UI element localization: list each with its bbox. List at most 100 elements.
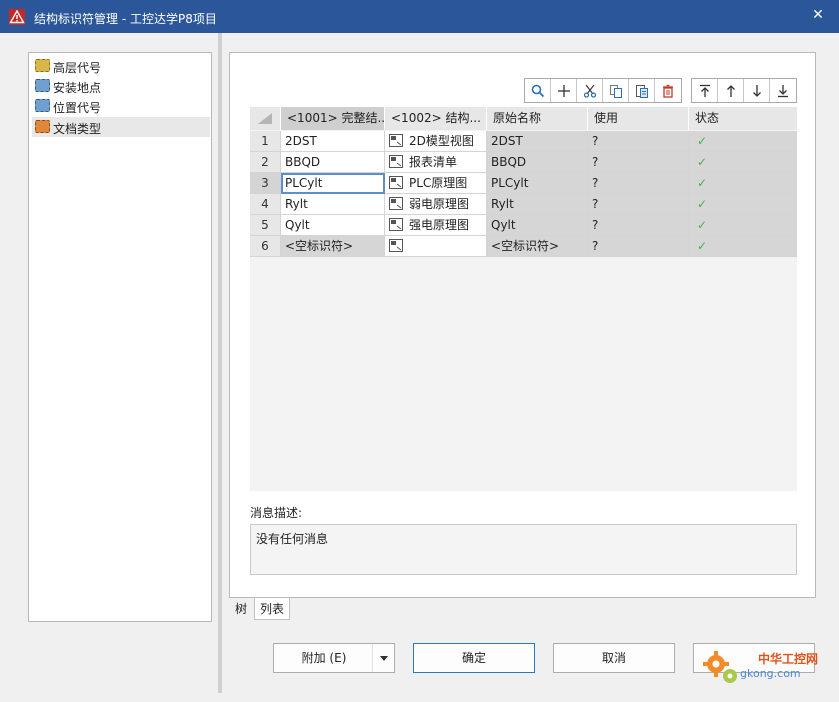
cell-status[interactable]: ✓ (689, 131, 797, 152)
cell-usage[interactable]: ? (588, 173, 689, 194)
cell-full-identifier[interactable]: 2DST (281, 131, 385, 152)
cut-icon (583, 84, 596, 98)
move-top-icon (699, 84, 710, 97)
row-number[interactable]: 4 (250, 194, 281, 215)
column-header-original-name[interactable]: 原始名称 (487, 107, 588, 130)
move-bottom-icon (778, 84, 788, 97)
cell-full-identifier[interactable]: Qylt (281, 215, 385, 236)
document-type-icon (35, 120, 50, 133)
cell-description-text: 弱电原理图 (409, 197, 470, 211)
move-bottom-button[interactable] (770, 79, 796, 102)
cut-button[interactable] (577, 79, 603, 102)
cell-description-text: PLC原理图 (409, 176, 468, 190)
table-row[interactable]: 5 Qylt 强电原理图 Qylt ? ✓ (250, 215, 797, 236)
row-number[interactable]: 3 (250, 173, 281, 194)
list-panel: <1001> 完整结... <1002> 结构... 原始名称 使用 状态 1 … (229, 52, 816, 598)
move-up-button[interactable] (718, 79, 744, 102)
grid-corner[interactable] (250, 107, 281, 130)
cell-original-name[interactable]: <空标识符> (487, 236, 588, 257)
paste-button[interactable] (629, 79, 655, 102)
message-label: 消息描述: (250, 506, 303, 520)
append-dropdown[interactable] (372, 644, 394, 672)
document-icon (389, 134, 403, 147)
message-box: 没有任何消息 (250, 524, 797, 575)
cell-status[interactable]: ✓ (689, 194, 797, 215)
cell-original-name[interactable]: 2DST (487, 131, 588, 152)
cell-description[interactable]: 弱电原理图 (385, 194, 487, 215)
tree-item-label: 高层代号 (53, 61, 102, 75)
cell-status[interactable]: ✓ (689, 173, 797, 194)
watermark-url: gkong.com (740, 667, 801, 680)
move-top-button[interactable] (692, 79, 718, 102)
table-row[interactable]: 6 <空标识符> <空标识符> ? ✓ (250, 236, 797, 257)
ok-button[interactable]: 确定 (413, 643, 535, 673)
cell-full-identifier[interactable]: BBQD (281, 152, 385, 173)
grid-header: <1001> 完整结... <1002> 结构... 原始名称 使用 状态 (250, 107, 797, 130)
cell-usage[interactable]: ? (588, 194, 689, 215)
copy-icon (609, 84, 622, 98)
cell-original-name[interactable]: BBQD (487, 152, 588, 173)
cell-usage[interactable]: ? (588, 131, 689, 152)
move-up-icon (726, 84, 735, 97)
cell-full-identifier[interactable]: PLCylt (281, 173, 385, 194)
gear-icon (703, 651, 737, 683)
cell-description-text: 强电原理图 (409, 218, 470, 232)
cell-description[interactable]: 报表清单 (385, 152, 487, 173)
cell-description[interactable]: PLC原理图 (385, 173, 487, 194)
table-row[interactable]: 4 Rylt 弱电原理图 Rylt ? ✓ (250, 194, 797, 215)
row-number[interactable]: 5 (250, 215, 281, 236)
row-number[interactable]: 2 (250, 152, 281, 173)
cell-usage[interactable]: ? (588, 236, 689, 257)
row-number[interactable]: 6 (250, 236, 281, 257)
cell-status[interactable]: ✓ (689, 236, 797, 257)
cell-full-identifier[interactable]: <空标识符> (281, 236, 385, 257)
title-bar: 结构标识符管理 - 工控达学P8项目 ✕ (0, 0, 839, 33)
add-button[interactable] (551, 79, 577, 102)
tree-item-mounting-location[interactable]: 安装地点 (32, 76, 210, 96)
cell-usage[interactable]: ? (588, 215, 689, 236)
cell-description[interactable]: 2D模型视图 (385, 131, 487, 152)
close-button[interactable]: ✕ (807, 4, 829, 26)
cancel-button[interactable]: 取消 (553, 643, 675, 673)
cell-original-name[interactable]: PLCylt (487, 173, 588, 194)
tree-item-location[interactable]: 位置代号 (32, 96, 210, 116)
tree-item-higher-level[interactable]: 高层代号 (32, 56, 210, 76)
cell-full-identifier[interactable]: Rylt (281, 194, 385, 215)
cell-status[interactable]: ✓ (689, 152, 797, 173)
panel-splitter[interactable] (218, 33, 222, 693)
cell-status[interactable]: ✓ (689, 215, 797, 236)
mounting-location-icon (35, 79, 50, 92)
column-header-usage[interactable]: 使用 (588, 107, 689, 130)
table-row[interactable]: 1 2DST 2D模型视图 2DST ? ✓ (250, 131, 797, 152)
document-icon (389, 218, 403, 231)
search-button[interactable] (525, 79, 551, 102)
table-row[interactable]: 2 BBQD 报表清单 BBQD ? ✓ (250, 152, 797, 173)
cell-usage[interactable]: ? (588, 152, 689, 173)
delete-button[interactable] (655, 79, 681, 102)
table-row[interactable]: 3 PLCylt PLC原理图 PLCylt ? ✓ (250, 173, 797, 194)
tree-item-label: 文档类型 (53, 122, 102, 136)
column-header-structure-description[interactable]: <1002> 结构... (385, 107, 487, 130)
append-button-label: 附加 (E) (301, 651, 347, 665)
warning-app-icon (9, 9, 25, 25)
cell-original-name[interactable]: Rylt (487, 194, 588, 215)
copy-button[interactable] (603, 79, 629, 102)
append-button[interactable]: 附加 (E) (273, 643, 395, 673)
structure-tree-panel: 高层代号 安装地点 位置代号 文档类型 (28, 52, 212, 622)
add-icon (557, 84, 570, 97)
cell-original-name[interactable]: Qylt (487, 215, 588, 236)
select-all-icon (258, 113, 272, 124)
cell-description[interactable]: 强电原理图 (385, 215, 487, 236)
watermark: 中华工控网 gkong.com (700, 648, 832, 688)
tree-item-document-type[interactable]: 文档类型 (32, 117, 210, 137)
row-number[interactable]: 1 (250, 131, 281, 152)
cell-description[interactable] (385, 236, 487, 257)
location-icon (35, 99, 50, 112)
column-header-full-identifier[interactable]: <1001> 完整结... (281, 107, 385, 130)
column-header-status[interactable]: 状态 (689, 107, 797, 130)
tab-tree[interactable]: 树 (229, 598, 253, 620)
tab-list[interactable]: 列表 (254, 598, 290, 620)
search-icon (531, 84, 544, 97)
higher-level-icon (35, 59, 50, 72)
move-down-button[interactable] (744, 79, 770, 102)
